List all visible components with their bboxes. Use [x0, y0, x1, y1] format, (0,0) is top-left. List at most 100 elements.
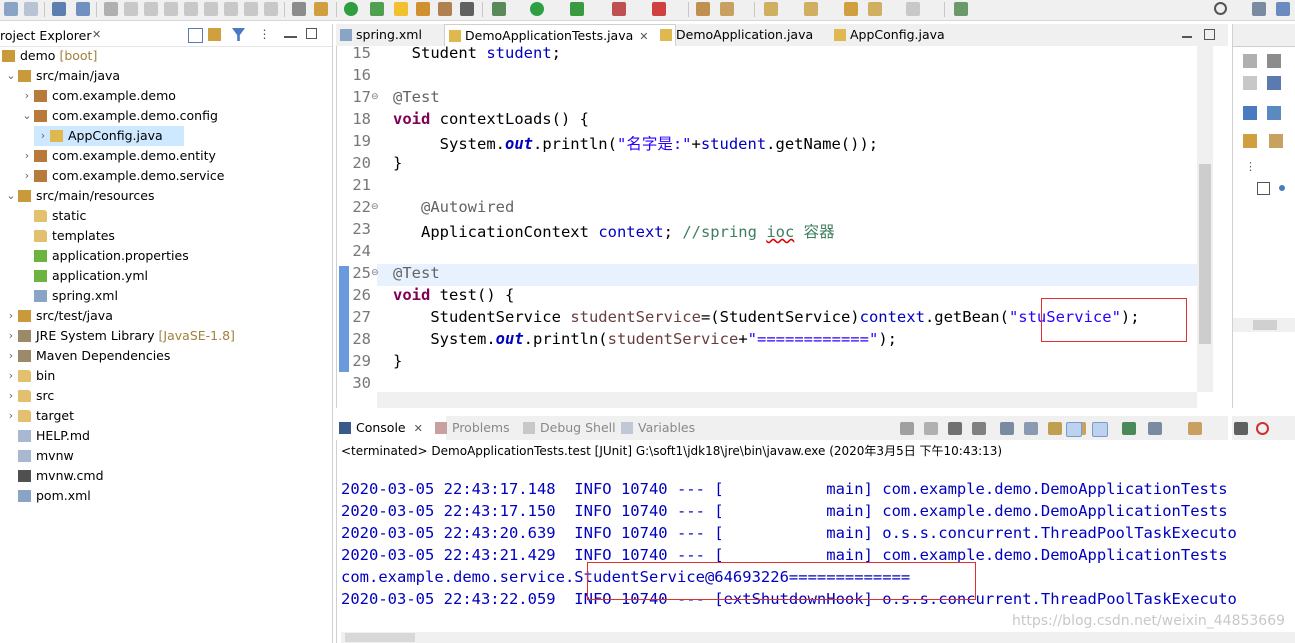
- tree-item[interactable]: spring.xml: [0, 286, 330, 306]
- hide-static-icon[interactable]: [1243, 76, 1257, 90]
- target-icon[interactable]: [1256, 422, 1269, 435]
- perspective-icon[interactable]: [1252, 2, 1266, 16]
- tree-item[interactable]: › AppConfig.java: [34, 126, 184, 146]
- pin-console-icon[interactable]: [1122, 422, 1136, 435]
- tab-console[interactable]: Console ✕: [336, 416, 446, 440]
- run-icon[interactable]: [530, 2, 544, 16]
- annotation-icon[interactable]: [416, 2, 430, 16]
- lightning-icon[interactable]: [394, 2, 408, 16]
- tree-item[interactable]: static: [0, 206, 330, 226]
- minimize-icon[interactable]: [1182, 30, 1192, 38]
- paragraph-icon[interactable]: [460, 2, 474, 16]
- open-type-icon[interactable]: [438, 2, 452, 16]
- chevron-down-icon[interactable]: ⌄: [6, 186, 16, 206]
- close-icon[interactable]: ✕: [92, 28, 101, 41]
- drop-to-frame-icon[interactable]: [264, 2, 278, 16]
- tree-item[interactable]: › bin: [0, 366, 330, 386]
- pin-icon[interactable]: [76, 2, 90, 16]
- scrollbar-thumb[interactable]: [1253, 320, 1277, 330]
- tree-item[interactable]: ⌄demo[boot]: [0, 46, 330, 66]
- tree-item[interactable]: › target: [0, 406, 330, 426]
- checkbox-icon[interactable]: [1257, 182, 1270, 195]
- collapse-all-icon[interactable]: [188, 28, 203, 43]
- chevron-down-icon[interactable]: ⌄: [6, 66, 16, 86]
- chevron-down-icon[interactable]: ⌄: [22, 106, 32, 126]
- external-tools-icon[interactable]: [652, 2, 666, 16]
- previous-annotation-icon[interactable]: [804, 2, 818, 16]
- open-console-icon[interactable]: [1188, 422, 1202, 435]
- spring-boot-icon[interactable]: [344, 2, 358, 16]
- new-java-project-icon[interactable]: [696, 2, 710, 16]
- resume-icon[interactable]: [124, 2, 138, 16]
- maximize-icon[interactable]: [1204, 29, 1215, 40]
- word-wrap-icon[interactable]: [1048, 422, 1062, 435]
- show-console-stderr-icon[interactable]: [1092, 422, 1108, 437]
- terminate-icon[interactable]: [164, 2, 178, 16]
- new-class-icon[interactable]: [720, 2, 734, 16]
- tree-item[interactable]: HELP.md: [0, 426, 330, 446]
- minimize-icon[interactable]: [284, 28, 297, 38]
- save-icon[interactable]: [4, 2, 18, 16]
- editor-vertical-scrollbar[interactable]: [1197, 46, 1213, 392]
- view-menu-icon[interactable]: ⋮: [258, 28, 271, 41]
- remove-all-terminated-icon[interactable]: [948, 422, 962, 435]
- display-selected-console-icon[interactable]: [1148, 422, 1162, 435]
- tree-item[interactable]: mvnw.cmd: [0, 466, 330, 486]
- expand-icon[interactable]: [1243, 106, 1257, 120]
- chevron-right-icon[interactable]: ›: [22, 146, 32, 166]
- chevron-right-icon[interactable]: ›: [6, 346, 16, 366]
- chevron-right-icon[interactable]: ›: [6, 326, 16, 346]
- project-explorer-title[interactable]: roject Explorer: [0, 28, 91, 43]
- scroll-lock-icon[interactable]: [1024, 422, 1038, 435]
- fold-icon[interactable]: ⊖: [371, 202, 379, 212]
- tree-item[interactable]: pom.xml: [0, 486, 330, 506]
- tab-spring-xml[interactable]: spring.xml: [336, 24, 456, 46]
- clear-console-icon[interactable]: [1000, 422, 1014, 435]
- chevron-right-icon[interactable]: ›: [6, 306, 16, 326]
- console-horizontal-scrollbar[interactable]: [341, 632, 1295, 643]
- tree-item[interactable]: ⌄ src/main/java: [0, 66, 330, 86]
- save-all-icon[interactable]: [24, 2, 38, 16]
- maximize-icon[interactable]: [306, 28, 317, 39]
- tree-item[interactable]: application.yml: [0, 266, 330, 286]
- chevron-right-icon[interactable]: ›: [22, 86, 32, 106]
- tree-item[interactable]: › src: [0, 386, 330, 406]
- chevron-right-icon[interactable]: ›: [6, 406, 16, 426]
- tree-item[interactable]: › JRE System Library [JavaSE-1.8]: [0, 326, 330, 346]
- link-icon[interactable]: [1243, 134, 1257, 148]
- step-return-icon[interactable]: [244, 2, 258, 16]
- outline-node-icon[interactable]: ⋮: [1245, 160, 1256, 174]
- coverage-icon[interactable]: [570, 2, 584, 16]
- editor-horizontal-scrollbar[interactable]: [377, 392, 1197, 408]
- tree-item[interactable]: › com.example.demo.entity: [0, 146, 330, 166]
- collapse-icon[interactable]: [1267, 106, 1281, 120]
- step-into-icon[interactable]: [204, 2, 218, 16]
- tree-item[interactable]: ⌄ src/main/resources: [0, 186, 330, 206]
- scrollbar-thumb[interactable]: [1199, 164, 1211, 344]
- tree-item[interactable]: ⌄ com.example.demo.config: [0, 106, 330, 126]
- tree-item[interactable]: › src/test/java: [0, 306, 330, 326]
- next-annotation-icon[interactable]: [764, 2, 778, 16]
- hide-fields-icon[interactable]: [1267, 54, 1281, 68]
- close-icon[interactable]: ✕: [639, 30, 648, 43]
- remove-launch-icon[interactable]: [900, 422, 914, 435]
- scrollbar-thumb[interactable]: [345, 633, 415, 642]
- tree-item[interactable]: › com.example.demo: [0, 86, 330, 106]
- tab-appconfig-java[interactable]: AppConfig.java: [830, 24, 980, 46]
- focus-icon[interactable]: [1269, 134, 1283, 148]
- tree-item[interactable]: application.properties: [0, 246, 330, 266]
- suspend-icon[interactable]: [144, 2, 158, 16]
- filter-icon[interactable]: [232, 28, 245, 41]
- back-icon[interactable]: [868, 2, 882, 16]
- stop-icon[interactable]: [612, 2, 626, 16]
- chevron-right-icon[interactable]: ›: [6, 386, 16, 406]
- terminate-icon[interactable]: [924, 422, 938, 435]
- tools-icon[interactable]: [314, 2, 328, 16]
- tab-variables[interactable]: Variables: [618, 416, 718, 440]
- skip-breakpoints-icon[interactable]: [104, 2, 118, 16]
- debug-icon[interactable]: [492, 2, 506, 16]
- show-console-stdout-icon[interactable]: [1066, 422, 1082, 437]
- remove-terminated-icon[interactable]: [972, 422, 986, 435]
- open-perspective-icon[interactable]: [954, 2, 968, 16]
- tree-item[interactable]: templates: [0, 226, 330, 246]
